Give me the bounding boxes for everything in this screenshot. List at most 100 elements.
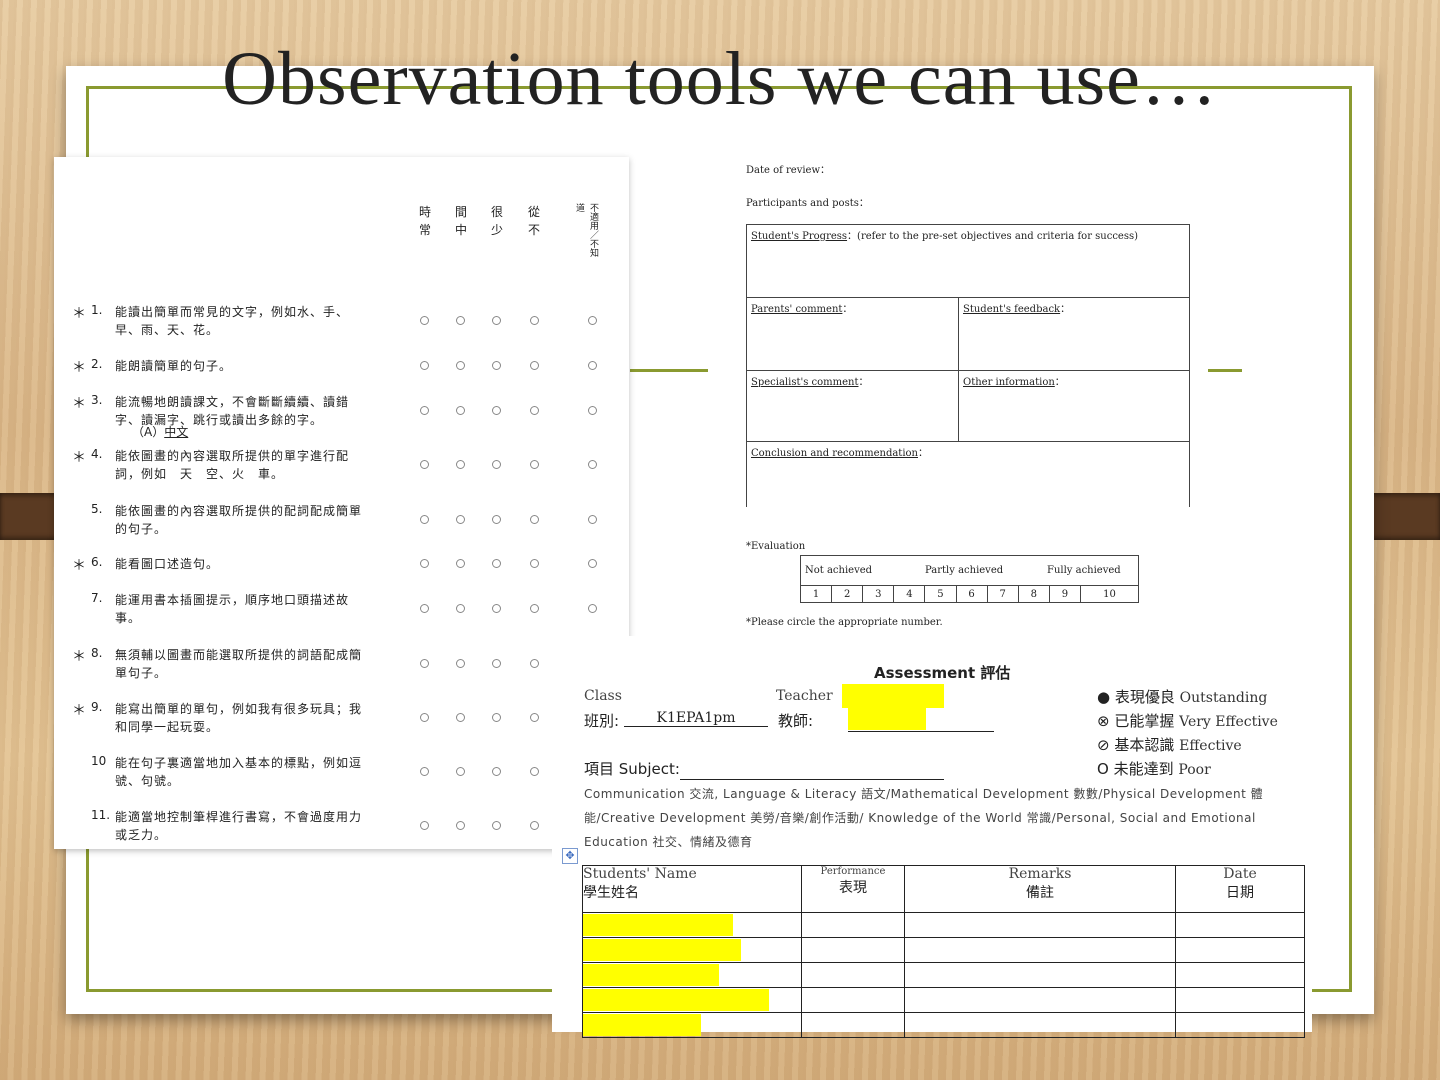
student-name-cell[interactable] xyxy=(582,912,802,938)
scale-number[interactable]: 1 xyxy=(799,585,833,603)
rating-circle[interactable] xyxy=(420,821,429,830)
rating-circle[interactable] xyxy=(530,767,539,776)
student-name-cell[interactable] xyxy=(582,962,802,988)
rating-circle[interactable] xyxy=(588,604,597,613)
rating-circle[interactable] xyxy=(588,460,597,469)
student-cell[interactable] xyxy=(904,962,1176,988)
student-cell[interactable] xyxy=(1175,987,1305,1013)
subject-label: 項目 Subject: xyxy=(584,760,680,778)
rating-circle[interactable] xyxy=(492,361,501,370)
student-name-redaction xyxy=(583,939,741,961)
rating-circle[interactable] xyxy=(530,515,539,524)
rating-circle[interactable] xyxy=(456,361,465,370)
rating-circle[interactable] xyxy=(530,821,539,830)
col-students-name: Students' Name 學生姓名 xyxy=(582,865,802,913)
rating-circle[interactable] xyxy=(492,515,501,524)
scale-number[interactable]: 10 xyxy=(1079,585,1140,603)
column-header: 很少 xyxy=(490,205,503,237)
student-name-cell[interactable] xyxy=(582,937,802,963)
rating-circle[interactable] xyxy=(420,316,429,325)
rating-circle[interactable] xyxy=(420,460,429,469)
rating-circle[interactable] xyxy=(588,361,597,370)
rating-circle[interactable] xyxy=(530,316,539,325)
rating-circle[interactable] xyxy=(456,406,465,415)
priority-star: ＊ xyxy=(72,450,86,466)
student-cell[interactable] xyxy=(904,1012,1176,1038)
student-cell[interactable] xyxy=(801,962,905,988)
rating-circle[interactable] xyxy=(492,604,501,613)
rating-circle[interactable] xyxy=(456,659,465,668)
item-text: 能依圖畫的內容選取所提供的單字進行配詞，例如 天 空、火 車。 xyxy=(115,449,350,481)
rating-circle[interactable] xyxy=(492,713,501,722)
item-number: 8. xyxy=(91,646,103,660)
scale-number[interactable]: 9 xyxy=(1048,585,1081,603)
rating-circle[interactable] xyxy=(588,559,597,568)
priority-star: ＊ xyxy=(72,558,86,574)
rating-circle[interactable] xyxy=(588,515,597,524)
scale-number[interactable]: 4 xyxy=(893,585,926,603)
legend-en: Very Effective xyxy=(1179,714,1278,730)
rating-circle[interactable] xyxy=(492,767,501,776)
scale-number[interactable]: 6 xyxy=(955,585,988,603)
rating-circle[interactable] xyxy=(530,361,539,370)
rating-circle[interactable] xyxy=(530,659,539,668)
scale-number[interactable]: 3 xyxy=(862,585,895,603)
scale-number[interactable]: 8 xyxy=(1017,585,1050,603)
rating-circle[interactable] xyxy=(456,460,465,469)
rating-circle[interactable] xyxy=(456,713,465,722)
rating-circle[interactable] xyxy=(420,659,429,668)
class-value: K1EPA1pm xyxy=(624,710,768,727)
student-cell[interactable] xyxy=(801,987,905,1013)
table-move-icon[interactable]: ✥ xyxy=(562,848,578,864)
other-information-box: Other information： xyxy=(958,370,1190,442)
scale-number[interactable]: 2 xyxy=(831,585,864,603)
rating-circle[interactable] xyxy=(530,460,539,469)
rating-circle[interactable] xyxy=(456,604,465,613)
student-cell[interactable] xyxy=(1175,937,1305,963)
rating-circle[interactable] xyxy=(588,316,597,325)
item-text: 能寫出簡單的單句，例如我有很多玩具；我和同學一起玩耍。 xyxy=(115,702,363,734)
col-date: Date 日期 xyxy=(1175,865,1305,913)
rating-circle[interactable] xyxy=(492,659,501,668)
student-cell[interactable] xyxy=(904,912,1176,938)
rating-circle[interactable] xyxy=(420,515,429,524)
rating-circle[interactable] xyxy=(456,515,465,524)
rating-circle[interactable] xyxy=(530,604,539,613)
student-cell[interactable] xyxy=(801,912,905,938)
rating-circle[interactable] xyxy=(530,713,539,722)
student-cell[interactable] xyxy=(904,987,1176,1013)
scale-number[interactable]: 5 xyxy=(924,585,957,603)
student-name-cell[interactable] xyxy=(582,987,802,1013)
rating-circle[interactable] xyxy=(420,406,429,415)
rating-circle[interactable] xyxy=(588,406,597,415)
student-cell[interactable] xyxy=(904,937,1176,963)
priority-star: ＊ xyxy=(72,649,86,665)
rating-circle[interactable] xyxy=(456,767,465,776)
rating-circle[interactable] xyxy=(530,559,539,568)
rating-circle[interactable] xyxy=(420,361,429,370)
performance-legend-item: ⊘ 基本認識 Effective xyxy=(1097,734,1242,755)
student-cell[interactable] xyxy=(1175,962,1305,988)
student-cell[interactable] xyxy=(801,1012,905,1038)
rating-circle[interactable] xyxy=(492,460,501,469)
student-cell[interactable] xyxy=(1175,912,1305,938)
student-name-cell[interactable] xyxy=(582,1012,802,1038)
student-cell[interactable] xyxy=(801,937,905,963)
rating-circle[interactable] xyxy=(420,604,429,613)
rating-circle[interactable] xyxy=(456,559,465,568)
legend-symbol-icon: ● xyxy=(1097,688,1115,706)
rating-circle[interactable] xyxy=(456,316,465,325)
scale-number[interactable]: 7 xyxy=(986,585,1019,603)
rating-circle[interactable] xyxy=(492,821,501,830)
rating-circle[interactable] xyxy=(530,406,539,415)
rating-circle[interactable] xyxy=(492,406,501,415)
rating-circle[interactable] xyxy=(492,316,501,325)
rating-circle[interactable] xyxy=(420,767,429,776)
student-cell[interactable] xyxy=(1175,1012,1305,1038)
rating-circle[interactable] xyxy=(456,821,465,830)
teacher-underline xyxy=(848,731,994,732)
rating-circle[interactable] xyxy=(492,559,501,568)
column-header: 間中 xyxy=(454,205,467,237)
rating-circle[interactable] xyxy=(420,559,429,568)
rating-circle[interactable] xyxy=(420,713,429,722)
